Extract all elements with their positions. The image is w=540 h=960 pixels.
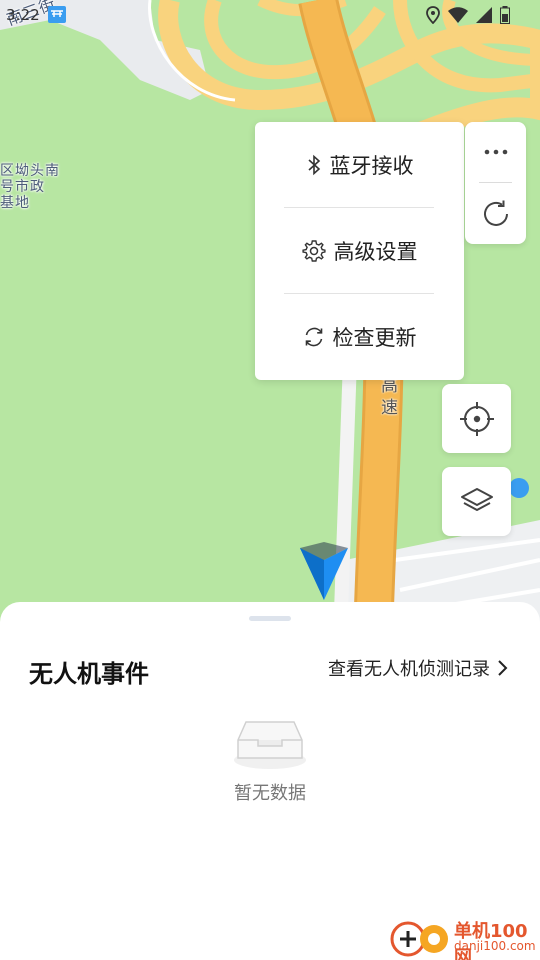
watermark-logo-icon [390,921,448,957]
menu-item-check-update[interactable]: 检查更新 [255,294,464,380]
status-time: 3:22 [6,6,40,24]
menu-item-bluetooth[interactable]: 蓝牙接收 [255,122,464,208]
current-location-arrow-icon [300,542,348,600]
sheet-title: 无人机事件 [29,660,149,688]
more-icon [484,149,507,155]
highway-label: 高 速 [381,375,401,419]
menu-item-label: 蓝牙接收 [329,154,414,178]
bluetooth-icon [307,154,320,176]
map-toolbar [465,122,526,244]
more-popup-menu: 蓝牙接收 高级设置 检查更新 [255,122,464,380]
status-icons [426,6,510,24]
more-button[interactable] [465,122,526,182]
sheet-drag-handle[interactable] [249,616,291,621]
site-watermark: 单机100网 danji100.com [390,915,540,960]
layers-icon [460,487,493,511]
empty-inbox-icon [234,721,306,769]
district-label-line3: 基地 [0,195,30,211]
drone-app-icon [48,6,66,23]
refresh-button[interactable] [465,183,526,244]
district-label-line1: 区坳头南 [0,163,60,179]
battery-icon [500,6,510,24]
crosshair-icon [459,401,494,436]
drone-events-sheet: 无人机事件 查看无人机侦测记录 暂无数据 [0,602,540,960]
refresh-icon [483,200,508,226]
locate-button[interactable] [442,384,511,453]
chevron-right-icon [498,660,508,676]
highway-label-char2: 速 [381,398,398,418]
view-detection-records-link[interactable]: 查看无人机侦测记录 [328,655,508,681]
district-label-line2: 号市政 [0,179,45,195]
gear-icon [301,240,326,262]
menu-item-advanced-settings[interactable]: 高级设置 [255,208,464,294]
layers-button[interactable] [442,467,511,536]
refresh-icon [305,327,322,347]
menu-item-label: 检查更新 [332,326,417,350]
location-icon [426,6,440,24]
wifi-icon [448,7,468,23]
signal-icon [476,7,492,23]
map-district-label: 区坳头南 号市政 基地 [0,163,60,211]
watermark-text-line2: danji100.com [454,939,536,953]
record-link-label: 查看无人机侦测记录 [328,659,490,680]
menu-item-label: 高级设置 [333,240,418,264]
status-bar: 3:22 [0,0,540,30]
empty-state-text: 暂无数据 [234,783,306,804]
